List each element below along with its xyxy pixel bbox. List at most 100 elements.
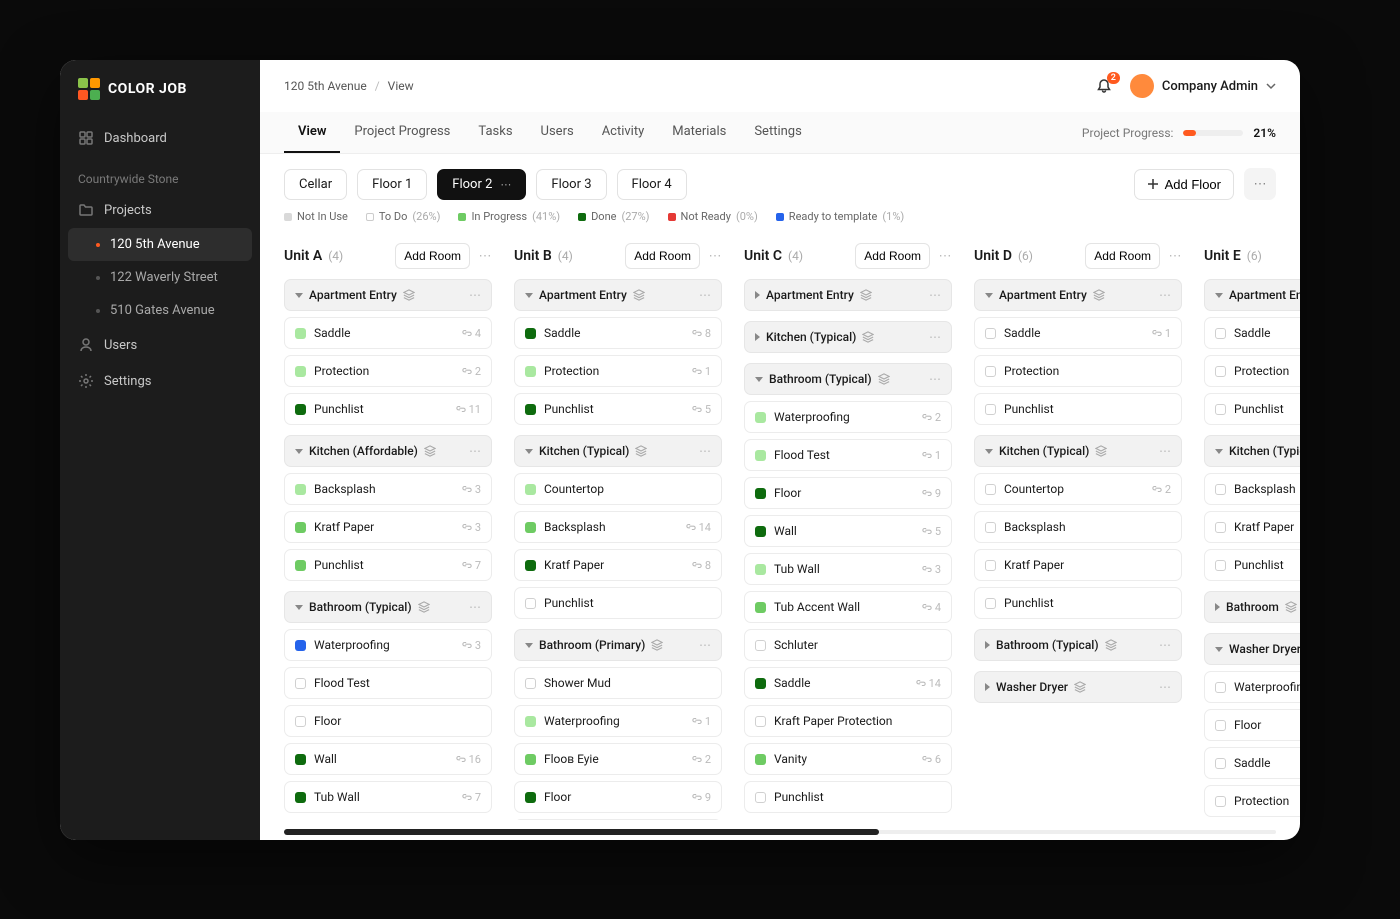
breadcrumb-a[interactable]: 120 5th Avenue (284, 79, 367, 93)
section-header[interactable]: Apartment Entry⋯ (744, 279, 952, 311)
tab-users[interactable]: Users (527, 112, 588, 153)
task-row[interactable]: Protection (1204, 355, 1300, 387)
nav-settings[interactable]: Settings (60, 363, 260, 399)
column-more-button[interactable]: ⋯ (1166, 249, 1184, 264)
nav-projects[interactable]: Projects (60, 192, 260, 228)
tab-materials[interactable]: Materials (658, 112, 740, 153)
section-header[interactable]: Kitchen (Affordable)⋯ (284, 435, 492, 467)
task-row[interactable]: Flood Test (284, 667, 492, 699)
task-row[interactable]: Backsplash14 (514, 511, 722, 543)
task-row[interactable]: Saddle8 (514, 317, 722, 349)
floor-pill[interactable]: Cellar (284, 169, 347, 200)
nav-dashboard[interactable]: Dashboard (60, 120, 260, 156)
section-header[interactable]: Kitchen (Typical)⋯ (974, 435, 1182, 467)
floors-more-button[interactable]: ⋯ (1244, 168, 1276, 200)
notifications-button[interactable]: 2 (1096, 78, 1112, 94)
section-more-button[interactable]: ⋯ (699, 638, 711, 652)
section-header[interactable]: Washer Dryer⋯ (974, 671, 1182, 703)
section-more-button[interactable]: ⋯ (699, 444, 711, 458)
task-row[interactable]: Countertop2 (974, 473, 1182, 505)
column-more-button[interactable]: ⋯ (706, 249, 724, 264)
task-row[interactable]: Protection (974, 355, 1182, 387)
task-row[interactable]: Waterproofing3 (284, 629, 492, 661)
task-row[interactable]: Tub Wall7 (284, 781, 492, 813)
task-row[interactable]: Punchlist (1204, 393, 1300, 425)
task-row[interactable]: Kratf Paper (1204, 511, 1300, 543)
floor-pill[interactable]: Floor 1 (357, 169, 427, 200)
task-row[interactable]: Wall5 (744, 515, 952, 547)
task-row[interactable]: Kraft Paper Protection (744, 705, 952, 737)
task-row[interactable]: Kratf Paper (974, 549, 1182, 581)
task-row[interactable]: Saddle1 (974, 317, 1182, 349)
section-more-button[interactable]: ⋯ (699, 288, 711, 302)
tab-tasks[interactable]: Tasks (464, 112, 526, 153)
task-row[interactable]: Backsplash (1204, 473, 1300, 505)
task-row[interactable]: Wall4 (514, 819, 722, 820)
tab-project-progress[interactable]: Project Progress (340, 112, 464, 153)
section-more-button[interactable]: ⋯ (1159, 680, 1171, 694)
section-more-button[interactable]: ⋯ (1159, 444, 1171, 458)
user-menu[interactable]: Company Admin (1130, 74, 1276, 98)
section-more-button[interactable]: ⋯ (469, 288, 481, 302)
task-row[interactable]: Saddle14 (744, 667, 952, 699)
section-header[interactable]: Kitchen (Typical)⋯ (744, 321, 952, 353)
section-header[interactable]: Apartment Entry⋯ (284, 279, 492, 311)
task-row[interactable]: Protection1 (514, 355, 722, 387)
section-header[interactable]: Apartment Entry⋯ (974, 279, 1182, 311)
task-row[interactable]: Punchlist (744, 781, 952, 813)
task-row[interactable]: Punchlist5 (514, 393, 722, 425)
task-row[interactable]: Flood Test1 (744, 439, 952, 471)
task-row[interactable]: Punchlist11 (284, 393, 492, 425)
add-floor-button[interactable]: Add Floor (1134, 169, 1234, 200)
tab-settings[interactable]: Settings (740, 112, 815, 153)
floor-pill[interactable]: Floor 3 (536, 169, 606, 200)
task-row[interactable]: Kratf Paper3 (284, 511, 492, 543)
task-row[interactable]: Backsplash3 (284, 473, 492, 505)
task-row[interactable]: Wall16 (284, 743, 492, 775)
sidebar-project-item[interactable]: 122 Waverly Street (68, 261, 252, 294)
task-row[interactable]: Saddle (1204, 747, 1300, 779)
sidebar-project-item[interactable]: 120 5th Avenue (68, 228, 252, 261)
task-row[interactable]: Saddle (1204, 317, 1300, 349)
tab-view[interactable]: View (284, 112, 340, 153)
add-room-button[interactable]: Add Room (1085, 243, 1160, 269)
task-row[interactable]: Protection2 (284, 355, 492, 387)
task-row[interactable]: Countertop (514, 473, 722, 505)
task-row[interactable]: Punchlist (1204, 549, 1300, 581)
section-header[interactable]: Kitchen (Typical)⋯ (1204, 435, 1300, 467)
column-more-button[interactable]: ⋯ (476, 249, 494, 264)
add-room-button[interactable]: Add Room (855, 243, 930, 269)
task-row[interactable]: Punchlist (974, 587, 1182, 619)
floor-pill[interactable]: Floor 4 (617, 169, 687, 200)
section-header[interactable]: Apartment Entry⋯ (1204, 279, 1300, 311)
task-row[interactable]: Schluter (744, 629, 952, 661)
section-more-button[interactable]: ⋯ (1159, 638, 1171, 652)
section-header[interactable]: Bathroom (Typical)⋯ (974, 629, 1182, 661)
section-more-button[interactable]: ⋯ (1159, 288, 1171, 302)
task-row[interactable]: Floor (1204, 709, 1300, 741)
task-row[interactable]: Punchlist7 (284, 549, 492, 581)
section-more-button[interactable]: ⋯ (929, 330, 941, 344)
column-more-button[interactable]: ⋯ (936, 249, 954, 264)
task-row[interactable]: Tub Accent Wall4 (744, 591, 952, 623)
task-row[interactable]: Protection (1204, 785, 1300, 817)
floor-pill[interactable]: Floor 2⋯ (437, 169, 526, 200)
task-row[interactable]: Kratf Paper8 (514, 549, 722, 581)
task-row[interactable]: Floor9 (514, 781, 722, 813)
task-row[interactable]: Floor9 (744, 477, 952, 509)
section-header[interactable]: Bathroom⋯ (1204, 591, 1300, 623)
add-room-button[interactable]: Add Room (395, 243, 470, 269)
task-row[interactable]: Punchlist (974, 393, 1182, 425)
tab-activity[interactable]: Activity (588, 112, 659, 153)
task-row[interactable]: Vanity6 (744, 743, 952, 775)
task-row[interactable]: Punchlist (514, 587, 722, 619)
task-row[interactable]: Tub Wall3 (744, 553, 952, 585)
section-header[interactable]: Washer Dryer⋯ (1204, 633, 1300, 665)
task-row[interactable]: Saddle4 (284, 317, 492, 349)
task-row[interactable]: Floor (284, 705, 492, 737)
section-header[interactable]: Kitchen (Typical)⋯ (514, 435, 722, 467)
section-header[interactable]: Bathroom (Typical)⋯ (284, 591, 492, 623)
section-header[interactable]: Apartment Entry⋯ (514, 279, 722, 311)
nav-users[interactable]: Users (60, 327, 260, 363)
section-more-button[interactable]: ⋯ (469, 600, 481, 614)
